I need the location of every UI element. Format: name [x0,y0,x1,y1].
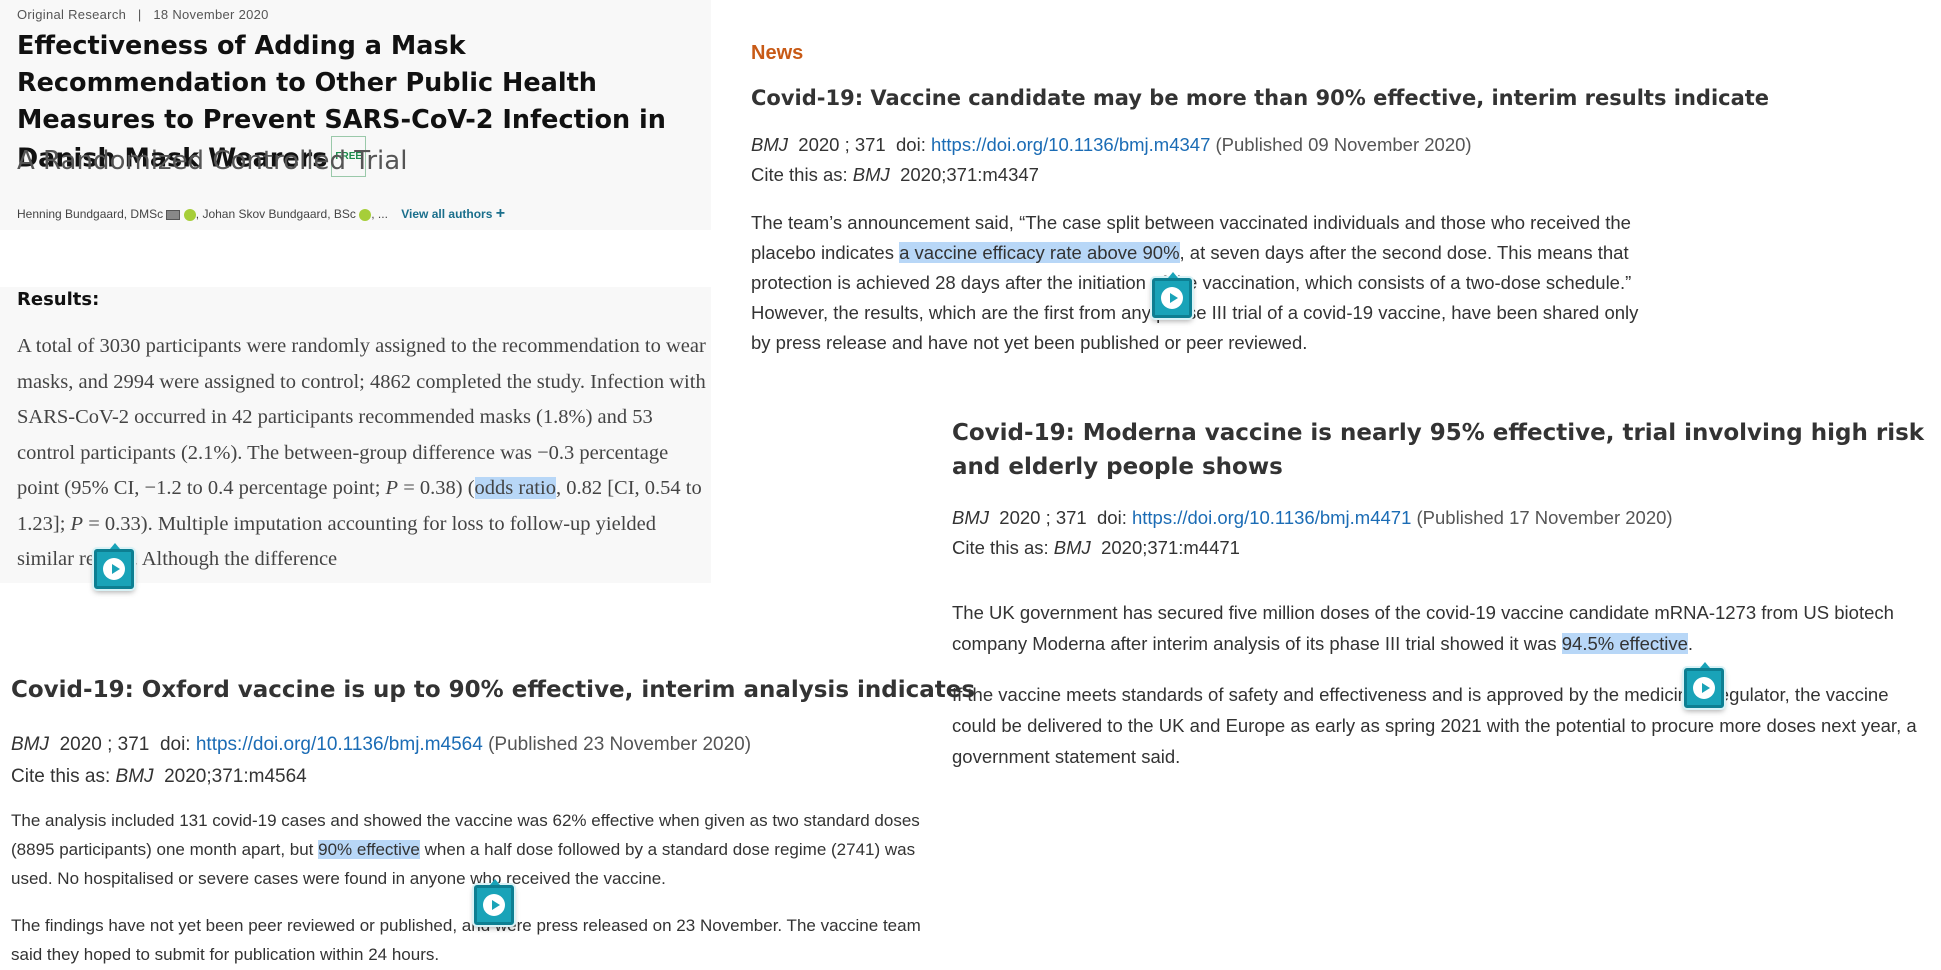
results-text-part: A total of 3030 participants were random… [17,335,706,499]
mail-icon[interactable] [166,209,181,220]
article-category: Original Research [17,7,127,22]
annals-header-panel: Original Research | 18 November 2020 Eff… [0,0,711,230]
moderna-body-2: If the vaccine meets standards of safety… [952,684,1917,767]
pfizer-citation: BMJ 2020 ; 371 doi: https://doi.org/10.1… [751,130,1651,190]
moderna-body-1: The UK government has secured five milli… [952,597,1932,659]
highlight-efficacy: a vaccine efficacy rate above 90% [899,242,1180,263]
journal-name: BMJ [115,766,154,787]
play-marker-icon[interactable] [474,879,514,925]
results-text: A total of 3030 participants were random… [17,329,707,578]
meta-separator: | [137,7,142,22]
moderna-citation: BMJ 2020 ; 371 doi: https://doi.org/10.1… [952,503,1932,563]
play-marker-icon[interactable] [1152,272,1192,318]
doi-label: doi: [159,734,191,755]
moderna-article-title: Covid-19: Moderna vaccine is nearly 95% … [952,420,1925,480]
play-marker-icon[interactable] [1684,662,1724,708]
highlight-90-effective: 90% effective [318,840,420,859]
news-section-label: News [751,42,804,64]
view-all-label: View all authors [401,207,493,221]
published-date: (Published 09 November 2020) [1215,134,1472,155]
play-marker-icon[interactable] [94,543,134,589]
highlight-odds-ratio: odds ratio [474,477,556,499]
article-meta: Original Research | 18 November 2020 [17,7,269,22]
pfizer-body: The team’s announcement said, “The case … [751,208,1651,358]
journal-name: BMJ [751,134,788,155]
doi-link[interactable]: https://doi.org/10.1136/bmj.m4471 [1132,507,1411,528]
published-date: (Published 23 November 2020) [488,734,752,755]
cite-label: Cite this as: [11,766,111,787]
highlight-effective: 94.5% effective [1561,633,1688,654]
results-text-part: = 0.38) ( [398,477,475,499]
journal-name: BMJ [852,164,890,185]
view-all-authors-link[interactable]: View all authors + [401,205,506,222]
journal-name: BMJ [11,734,49,755]
orcid-icon[interactable] [183,208,196,221]
published-date: (Published 17 November 2020) [1416,507,1673,528]
oxford-body-2: The findings have not yet been peer revi… [11,916,921,964]
pfizer-article-title: Covid-19: Vaccine candidate may be more … [751,86,1770,110]
author-name[interactable]: Henning Bundgaard, DMSc [17,207,163,221]
author-name[interactable]: , Johan Skov Bundgaard, BSc [196,207,356,221]
journal-name: BMJ [952,507,989,528]
journal-name: BMJ [1053,537,1091,558]
results-section: Results: A total of 3030 participants we… [0,287,711,583]
cite-value: 2020;371:m4564 [164,766,307,787]
oxford-article-title: Covid-19: Oxford vaccine is up to 90% ef… [11,677,976,703]
results-heading: Results: [17,289,100,310]
year-volume: 2020 ; 371 [59,734,150,755]
plus-icon: + [495,205,506,222]
oxford-citation: BMJ 2020 ; 371 doi: https://doi.org/10.1… [11,729,931,793]
article-subtitle: A Randomized Controlled Trial [17,146,408,176]
doi-label: doi: [896,134,926,155]
cite-label: Cite this as: [952,537,1049,558]
doi-link[interactable]: https://doi.org/10.1136/bmj.m4347 [931,134,1210,155]
body-text: The UK government has secured five milli… [952,602,1894,654]
orcid-icon[interactable] [359,208,372,221]
cite-label: Cite this as: [751,164,848,185]
doi-label: doi: [1097,507,1127,528]
author-more: , ... [371,207,388,221]
article-date: 18 November 2020 [153,7,269,22]
oxford-body-1: The analysis included 131 covid-19 cases… [11,806,931,893]
year-volume: 2020 ; 371 [999,507,1087,528]
p-variable: P [385,477,399,499]
year-volume: 2020 ; 371 [798,134,886,155]
p-variable: P [70,512,84,535]
cite-value: 2020;371:m4471 [1101,537,1240,558]
cite-value: 2020;371:m4347 [900,164,1039,185]
body-text: . [1687,633,1694,654]
doi-link[interactable]: https://doi.org/10.1136/bmj.m4564 [196,734,483,755]
author-list: Henning Bundgaard, DMSc , Johan Skov Bun… [17,205,505,223]
